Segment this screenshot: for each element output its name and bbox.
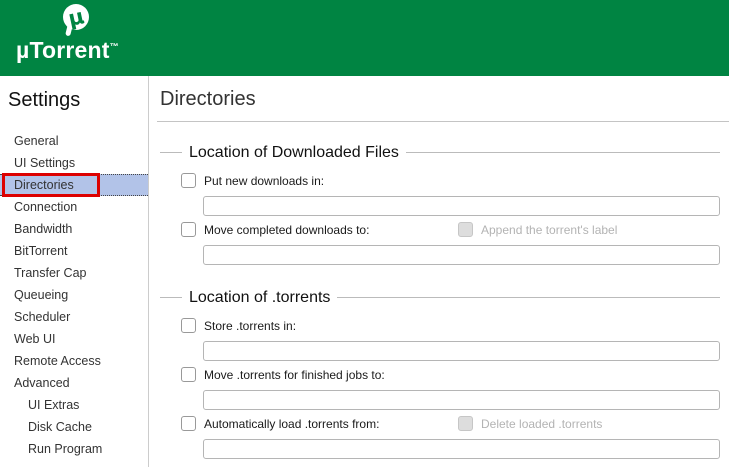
section-legend: Location of .torrents [189,288,330,307]
put-new-downloads-row: Put new downloads in: [181,173,720,188]
store-torrents-row: Store .torrents in: [181,318,720,333]
delete-loaded-checkbox[interactable] [458,416,473,431]
sidebar-item-run-program[interactable]: Run Program [0,438,148,460]
sidebar-item-general[interactable]: General [0,130,148,152]
move-finished-torrents-row: Move .torrents for finished jobs to: [181,367,720,382]
sidebar-title: Settings [8,89,148,112]
append-label-text: Append the torrent's label [481,223,617,237]
autoload-torrents-input[interactable] [203,439,720,459]
delete-loaded-option: Delete loaded .torrents [458,416,602,431]
utorrent-logo-icon: µ [60,3,92,39]
sidebar-item-advanced[interactable]: Advanced [0,372,148,394]
put-new-downloads-input[interactable] [203,196,720,216]
store-torrents-checkbox[interactable] [181,318,196,333]
settings-nav: General UI Settings Directories Connecti… [0,130,148,460]
move-finished-torrents-checkbox[interactable] [181,367,196,382]
autoload-torrents-label: Automatically load .torrents from: [204,417,379,431]
title-divider [157,121,729,122]
sidebar-item-disk-cache[interactable]: Disk Cache [0,416,148,438]
sidebar-item-ui-settings[interactable]: UI Settings [0,152,148,174]
sidebar-item-remote-access[interactable]: Remote Access [0,350,148,372]
move-finished-torrents-label: Move .torrents for finished jobs to: [204,368,385,382]
move-completed-row: Move completed downloads to: Append the … [181,222,720,237]
trademark-symbol: ™ [110,41,119,51]
sidebar-item-ui-extras[interactable]: UI Extras [0,394,148,416]
sidebar-item-web-ui[interactable]: Web UI [0,328,148,350]
section-torrents-location: Location of .torrents [160,288,720,307]
autoload-torrents-checkbox[interactable] [181,416,196,431]
store-torrents-input[interactable] [203,341,720,361]
sidebar-item-directories[interactable]: Directories [0,174,148,196]
put-new-downloads-checkbox[interactable] [181,173,196,188]
move-completed-input[interactable] [203,245,720,265]
sidebar-item-connection[interactable]: Connection [0,196,148,218]
sidebar-item-scheduler[interactable]: Scheduler [0,306,148,328]
brand-wordmark: µTorrent™ [16,39,128,62]
move-completed-label: Move completed downloads to: [204,223,369,237]
sidebar-item-bandwidth[interactable]: Bandwidth [0,218,148,240]
directories-panel: Directories Location of Downloaded Files… [149,76,729,467]
sidebar-item-bittorrent[interactable]: BitTorrent [0,240,148,262]
store-torrents-label: Store .torrents in: [204,319,296,333]
brand: µ µTorrent™ [16,3,128,62]
move-finished-torrents-input[interactable] [203,390,720,410]
sidebar-item-queueing[interactable]: Queueing [0,284,148,306]
put-new-downloads-label: Put new downloads in: [204,174,324,188]
append-label-checkbox[interactable] [458,222,473,237]
sidebar-item-transfer-cap[interactable]: Transfer Cap [0,262,148,284]
append-label-option: Append the torrent's label [458,222,617,237]
settings-sidebar: Settings General UI Settings Directories… [0,76,149,467]
delete-loaded-text: Delete loaded .torrents [481,417,602,431]
app-header: µ µTorrent™ [0,0,729,76]
autoload-torrents-row: Automatically load .torrents from: Delet… [181,416,720,431]
move-completed-checkbox[interactable] [181,222,196,237]
page-title: Directories [160,88,720,111]
section-downloaded-files: Location of Downloaded Files [160,143,720,162]
section-legend: Location of Downloaded Files [189,143,399,162]
